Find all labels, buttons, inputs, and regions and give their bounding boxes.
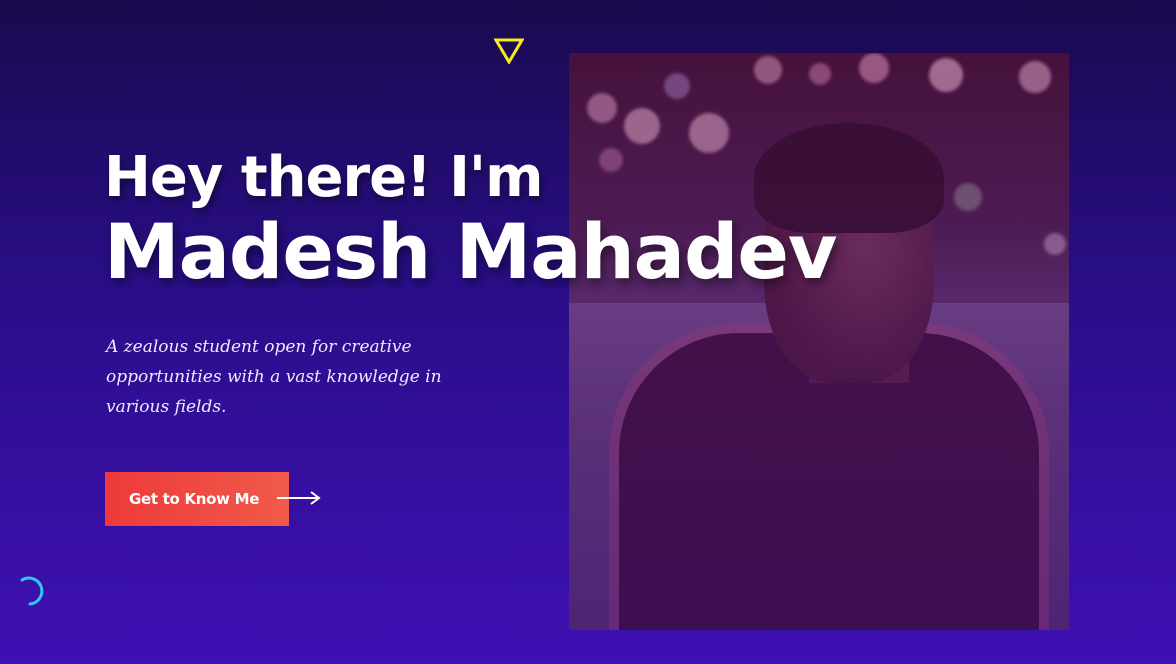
greeting-heading: Hey there! I'm xyxy=(104,145,543,210)
arrow-right-icon[interactable] xyxy=(276,489,322,507)
tagline-text: A zealous student open for creative oppo… xyxy=(106,337,442,417)
triangle-icon xyxy=(494,38,524,64)
profile-photo xyxy=(569,53,1069,630)
loader-icon xyxy=(20,576,44,606)
get-to-know-me-button[interactable]: Get to Know Me xyxy=(105,472,289,526)
name-heading: Madesh Mahadev xyxy=(104,207,837,296)
cta-label: Get to Know Me xyxy=(129,490,260,508)
